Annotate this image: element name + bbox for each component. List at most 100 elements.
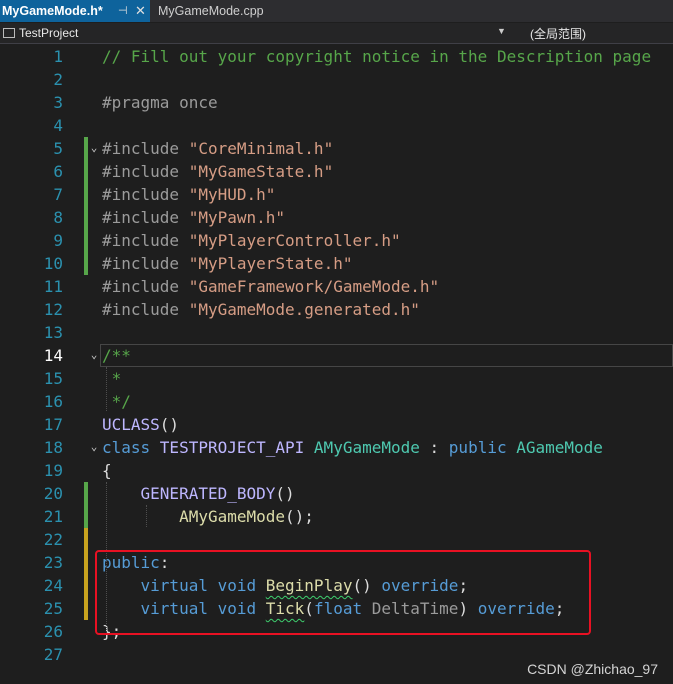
code-token: #include — [102, 185, 189, 204]
change-indicator — [84, 597, 88, 620]
line-number: 15 — [43, 369, 63, 388]
pin-icon[interactable]: ⊣ — [118, 4, 128, 17]
code-token: "MyGameState.h" — [188, 162, 334, 181]
scope-label: (全局范围) — [530, 26, 586, 41]
change-indicator — [84, 482, 88, 505]
indent-guide — [146, 505, 147, 527]
change-indicator — [84, 505, 88, 528]
change-indicator — [84, 528, 88, 551]
fold-toggle-icon[interactable]: ⌄ — [88, 347, 100, 363]
close-icon[interactable]: ✕ — [135, 3, 146, 19]
line-number: 5 — [53, 139, 63, 158]
code-token: "MyPlayerController.h" — [188, 231, 401, 250]
code-token: : — [419, 438, 449, 457]
highlight-box — [95, 550, 591, 635]
change-indicator — [84, 183, 88, 206]
tab-mygamemode-h[interactable]: MyGameMode.h* ⊣ ✕ — [0, 0, 150, 22]
code-text: AMyGameMode(); — [102, 505, 314, 528]
line-number: 27 — [43, 645, 63, 664]
line-number: 18 — [43, 438, 63, 457]
line-number: 24 — [43, 576, 63, 595]
line-number: 9 — [53, 231, 63, 250]
code-token: #include — [102, 139, 189, 158]
line-number: 11 — [43, 277, 63, 296]
code-text: #include "MyGameState.h" — [102, 160, 333, 183]
tab-mygamemode-cpp[interactable]: MyGameMode.cpp — [152, 0, 320, 22]
line-number: 16 — [43, 392, 63, 411]
code-text: #include "CoreMinimal.h" — [102, 137, 333, 160]
code-token: #include — [102, 231, 189, 250]
code-token: /** — [102, 346, 131, 365]
code-text: GENERATED_BODY() — [102, 482, 295, 505]
current-line-highlight — [100, 344, 673, 367]
code-token: * — [102, 369, 122, 388]
code-text: #include "MyPlayerController.h" — [102, 229, 401, 252]
project-selector[interactable]: TestProject ▼ — [0, 23, 510, 43]
fold-toggle-icon[interactable]: ⌄ — [88, 439, 100, 455]
change-indicator — [84, 206, 88, 229]
code-token: "MyPawn.h" — [188, 208, 286, 227]
code-text: UCLASS() — [102, 413, 179, 436]
code-token: // Fill out your copyright notice in the… — [102, 47, 652, 66]
code-text: // Fill out your copyright notice in the… — [102, 45, 651, 68]
chevron-down-icon[interactable]: ▼ — [497, 26, 506, 36]
code-token: { — [102, 461, 112, 480]
line-number: 20 — [43, 484, 63, 503]
line-number: 3 — [53, 93, 63, 112]
code-token: #include — [102, 254, 189, 273]
code-text: class TESTPROJECT_API AMyGameMode : publ… — [102, 436, 603, 459]
code-text: * — [102, 367, 122, 390]
line-number: 19 — [43, 461, 63, 480]
line-number: 6 — [53, 162, 63, 181]
document-tab-bar: MyGameMode.h* ⊣ ✕ MyGameMode.cpp — [0, 0, 673, 22]
code-token: (); — [285, 507, 314, 526]
line-number: 26 — [43, 622, 63, 641]
line-number: 7 — [53, 185, 63, 204]
fold-toggle-icon[interactable]: ⌄ — [88, 140, 100, 156]
code-text: #include "MyPawn.h" — [102, 206, 285, 229]
line-number: 25 — [43, 599, 63, 618]
code-text: #include "GameFramework/GameMode.h" — [102, 275, 439, 298]
watermark: CSDN @Zhichao_97 — [527, 661, 658, 677]
code-token: #include — [102, 208, 189, 227]
code-text: #include "MyPlayerState.h" — [102, 252, 352, 275]
indent-guide — [106, 367, 107, 411]
code-text: /** — [102, 344, 131, 367]
change-indicator — [84, 229, 88, 252]
code-token: () — [275, 484, 295, 503]
code-text: #include "MyHUD.h" — [102, 183, 275, 206]
code-token: "CoreMinimal.h" — [188, 139, 334, 158]
project-icon — [3, 28, 15, 38]
navigation-bar: TestProject ▼ (全局范围) — [0, 23, 673, 44]
code-token: GENERATED_BODY — [140, 484, 276, 503]
line-number: 4 — [53, 116, 63, 135]
line-number: 17 — [43, 415, 63, 434]
code-token: "MyHUD.h" — [188, 185, 276, 204]
code-token: "GameFramework/GameMode.h" — [188, 277, 440, 296]
change-indicator — [84, 551, 88, 574]
code-token: "MyPlayerState.h" — [188, 254, 353, 273]
code-token: UCLASS — [102, 415, 160, 434]
code-token: AGameMode — [516, 438, 603, 457]
code-token: AMyGameMode — [313, 438, 420, 457]
project-label: TestProject — [19, 26, 79, 40]
tab-label: MyGameMode.cpp — [158, 4, 264, 18]
line-number: 14 — [43, 346, 63, 365]
code-token: public — [448, 438, 517, 457]
code-text: #pragma once — [102, 91, 218, 114]
line-number: 12 — [43, 300, 63, 319]
scope-selector[interactable]: (全局范围) — [515, 23, 673, 43]
code-token: #include — [102, 300, 189, 319]
code-token: #pragma once — [102, 93, 218, 112]
code-token: class — [102, 438, 160, 457]
code-token: AMyGameMode — [179, 507, 286, 526]
code-token: #include — [102, 162, 189, 181]
code-token: "MyGameMode.generated.h" — [188, 300, 420, 319]
tab-label: MyGameMode.h* — [2, 4, 103, 18]
code-editor[interactable]: 1 // Fill out your copyright notice in th… — [0, 45, 673, 684]
code-text: #include "MyGameMode.generated.h" — [102, 298, 420, 321]
line-number: 21 — [43, 507, 63, 526]
code-token: TESTPROJECT_API — [159, 438, 314, 457]
